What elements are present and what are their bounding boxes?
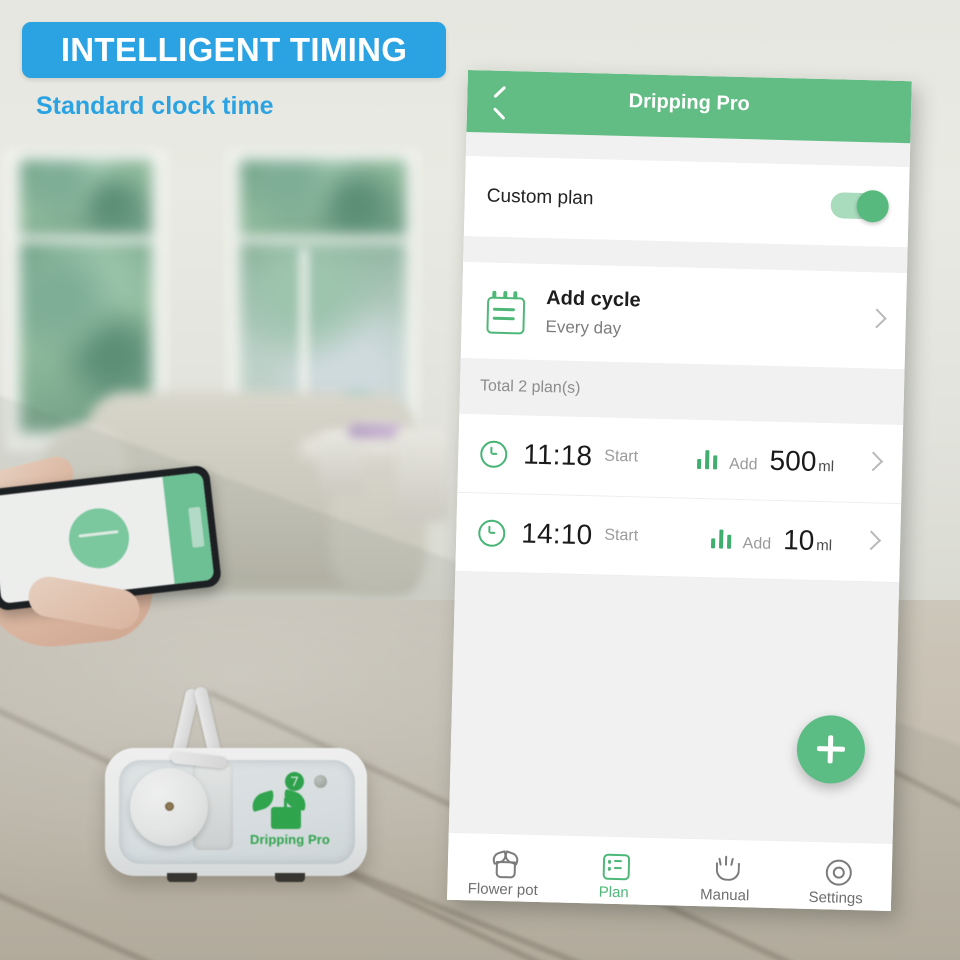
device-foot [167, 873, 197, 882]
vase [318, 430, 362, 494]
status-led-icon [314, 775, 327, 788]
chevron-right-icon [863, 451, 884, 472]
plan-unit: ml [816, 536, 833, 555]
add-cycle-title: Add cycle [545, 287, 641, 312]
held-phone-action-circle [65, 505, 133, 572]
chevron-right-icon [861, 530, 882, 551]
device-foot [275, 873, 305, 882]
plan-amount: 10 [782, 524, 815, 556]
hand-holding-phone [0, 453, 260, 665]
window-glass-left-top [20, 160, 152, 236]
decor-object [348, 424, 402, 438]
window-glass-mid-top [240, 160, 406, 236]
nav-label: Flower pot [467, 880, 538, 900]
held-phone-green-panel [162, 472, 215, 585]
clock-icon [477, 518, 506, 547]
clipboard-icon [483, 289, 526, 335]
bar-chart-icon [696, 449, 718, 470]
chevron-right-icon [866, 308, 887, 329]
nav-label: Manual [699, 886, 750, 905]
plan-time: 11:18 [522, 438, 593, 472]
promo-banner: INTELLIGENT TIMING [22, 22, 446, 78]
add-cycle-row[interactable]: Add cycle Every day [460, 261, 907, 370]
pump-screw [165, 802, 174, 811]
gear-icon [822, 856, 852, 886]
app-screenshot: Dripping Pro Custom plan Add cycle Every… [446, 70, 912, 911]
plan-list-icon [600, 851, 630, 881]
floor-planter [396, 428, 448, 522]
app-header: Dripping Pro [466, 70, 912, 144]
add-cycle-subtitle: Every day [545, 317, 622, 338]
device-brand-label: Dripping Pro [250, 832, 330, 847]
page-title: Dripping Pro [628, 90, 751, 116]
toggle-knob [856, 189, 890, 223]
plan-add-label: Add [728, 455, 758, 474]
nav-item-flower-pot[interactable]: Flower pot [447, 833, 560, 911]
list-empty-area [448, 571, 900, 843]
table-row[interactable]: 11:18 Start Add 500 ml [457, 413, 904, 505]
logo-pot [271, 807, 301, 829]
plan-add-label: Add [742, 535, 772, 553]
plan-start-label: Start [604, 447, 639, 466]
flower-pot-icon [489, 848, 520, 879]
bluetooth-icon: ᜪ [285, 772, 304, 791]
nav-item-plan[interactable]: Plan [558, 836, 671, 911]
clock-icon [479, 439, 508, 468]
hand-icon [711, 853, 740, 882]
dripping-pro-device: ᜪ Dripping Pro [95, 685, 395, 905]
promo-banner-title: INTELLIGENT TIMING [60, 31, 408, 68]
plan-amount: 500 [769, 444, 817, 477]
plan-unit: ml [818, 457, 835, 476]
add-plan-fab[interactable] [796, 714, 866, 785]
nav-label: Settings [808, 888, 863, 908]
plan-start-label: Start [604, 526, 639, 545]
table-row[interactable]: 14:10 Start Add 10 ml [455, 492, 902, 584]
total-plans-label: Total 2 plan(s) [479, 377, 581, 397]
plan-time: 14:10 [520, 517, 593, 551]
bar-chart-icon [710, 528, 731, 549]
promo-subtitle: Standard clock time [36, 92, 274, 120]
custom-plan-label: Custom plan [486, 185, 594, 210]
nav-label: Plan [598, 883, 629, 902]
nav-item-manual[interactable]: Manual [669, 838, 782, 911]
promo-composite: ᜪ Dripping Pro INTELLIGENT TIMING Standa… [0, 0, 960, 960]
custom-plan-toggle[interactable] [830, 189, 890, 223]
bottom-navigation: Flower pot Plan Manual Settings [446, 831, 893, 911]
custom-plan-row[interactable]: Custom plan [463, 155, 910, 248]
nav-item-settings[interactable]: Settings [780, 841, 893, 911]
